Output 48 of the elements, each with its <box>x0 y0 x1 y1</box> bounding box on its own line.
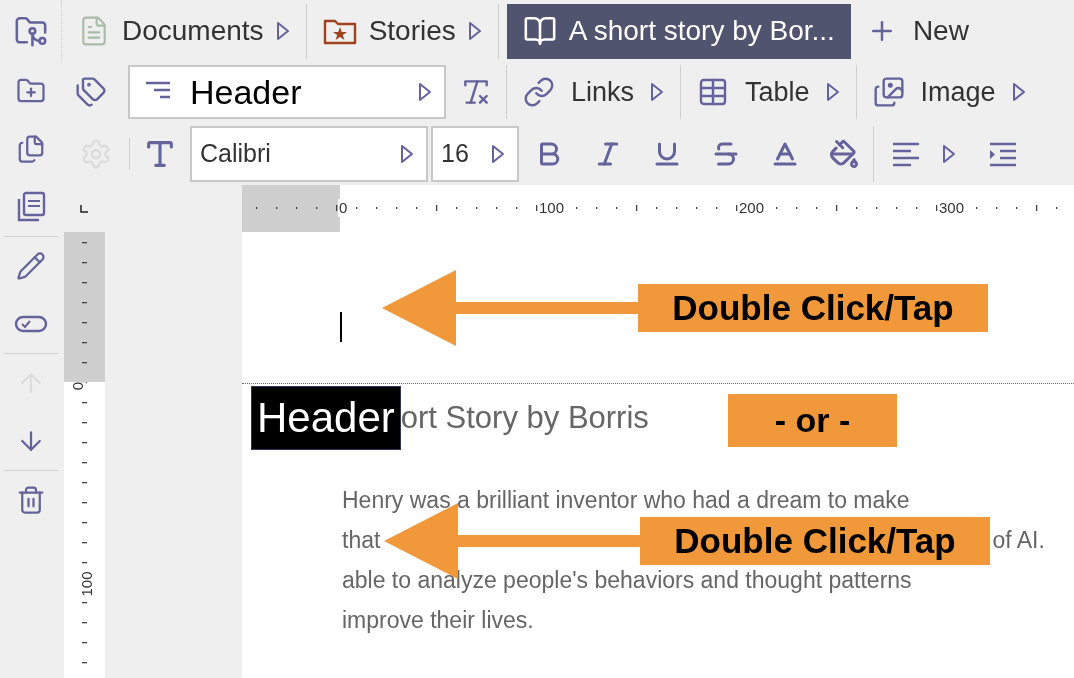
toolbar-button[interactable]: Links <box>506 65 681 119</box>
caret-icon <box>418 82 432 102</box>
callout-label: - or - <box>728 394 897 447</box>
tab[interactable]: Stories <box>306 3 499 59</box>
tab[interactable]: A short story by Bor... <box>506 3 851 59</box>
pencil-icon <box>16 251 46 281</box>
image-icon <box>872 76 905 108</box>
fill-color-icon <box>828 138 859 169</box>
style-select[interactable]: Header <box>128 65 446 119</box>
tags-icon <box>75 76 107 108</box>
book-icon <box>522 14 557 48</box>
callout-label: Double Click/Tap <box>638 284 988 332</box>
ruler-label: 0 <box>338 199 349 217</box>
body-text-line: Henry was a brilliant inventor who had a dream to make <box>342 485 910 515</box>
selected-text: Header <box>251 386 401 450</box>
body-text-line: of AI. <box>992 525 1045 555</box>
caret-icon <box>825 82 840 102</box>
caret-icon <box>1011 82 1026 102</box>
align-left-icon <box>890 140 922 167</box>
caret-icon <box>491 143 505 164</box>
indent-button[interactable] <box>988 140 1018 167</box>
ruler-corner-icon <box>80 204 88 213</box>
new-button[interactable]: New <box>850 3 985 59</box>
font-size-select[interactable]: 16 <box>431 125 519 182</box>
folder-branch-icon <box>13 14 48 48</box>
caret-icon <box>942 143 956 164</box>
link-icon <box>523 76 555 108</box>
body-text-line: able to analyze people's behaviors and thought patterns <box>342 565 912 595</box>
arrow-icon <box>382 270 638 346</box>
toolbar-button[interactable]: Image <box>855 65 1042 119</box>
caret-icon <box>400 143 414 164</box>
pdf-file-icon <box>16 191 46 223</box>
trash-icon <box>16 485 46 515</box>
copy-icon <box>16 134 46 164</box>
ruler-label: 0 <box>70 381 87 391</box>
callout-label: Double Click/Tap <box>640 517 990 565</box>
caret-icon <box>650 82 665 102</box>
body-text-line: that <box>342 525 381 555</box>
text-cursor <box>340 312 342 342</box>
check-pill-icon <box>14 314 48 334</box>
caret-icon <box>467 21 482 41</box>
caret-icon <box>275 21 290 41</box>
toolbar-button[interactable]: Table <box>680 65 856 119</box>
font-select[interactable]: Calibri <box>190 125 428 182</box>
tab[interactable]: Documents <box>62 3 307 59</box>
body-text-line: improve their lives. <box>342 605 534 635</box>
document-title: ort Story by Borris <box>400 398 649 437</box>
indent-icon <box>988 140 1018 167</box>
